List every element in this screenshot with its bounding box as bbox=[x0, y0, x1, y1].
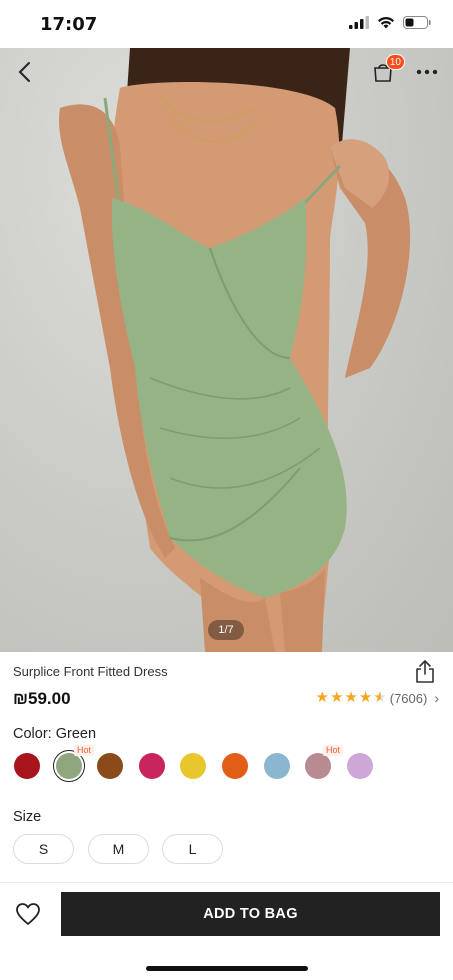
star-icon: ★ bbox=[315, 689, 329, 706]
chevron-left-icon bbox=[18, 62, 30, 82]
more-options-button[interactable] bbox=[411, 56, 443, 88]
color-swatch-light-blue[interactable] bbox=[264, 753, 290, 779]
size-option-m[interactable]: M bbox=[88, 834, 149, 864]
half-star-icon: ★ bbox=[373, 689, 387, 706]
cart-count-badge: 10 bbox=[385, 54, 405, 70]
size-option-s[interactable]: S bbox=[13, 834, 74, 864]
status-time: 17:07 bbox=[40, 14, 98, 35]
home-indicator bbox=[146, 966, 308, 971]
color-swatch-red[interactable] bbox=[14, 753, 40, 779]
product-image-gallery[interactable]: 10 1/7 bbox=[0, 48, 453, 652]
wishlist-button[interactable] bbox=[14, 900, 42, 928]
size-label: Size bbox=[13, 809, 42, 825]
color-swatch-brown[interactable] bbox=[97, 753, 123, 779]
back-button[interactable] bbox=[8, 56, 40, 88]
color-swatch-list: Hot Hot bbox=[14, 745, 453, 782]
product-price: ₪59.00 bbox=[13, 689, 71, 708]
status-icons bbox=[349, 16, 431, 29]
battery-icon bbox=[403, 16, 431, 29]
product-photo bbox=[59, 48, 411, 652]
rating-count: (7606) bbox=[389, 690, 428, 706]
more-icon bbox=[416, 69, 438, 75]
rating-link[interactable]: ★ ★ ★ ★ ★ (7606) › bbox=[315, 689, 439, 707]
star-icon: ★ bbox=[358, 689, 373, 706]
wifi-icon bbox=[378, 16, 394, 29]
star-icon: ★ bbox=[329, 689, 344, 706]
signal-icon bbox=[349, 16, 369, 29]
hot-tag: Hot bbox=[74, 745, 95, 756]
heart-icon bbox=[16, 903, 40, 925]
color-swatch-pink[interactable] bbox=[139, 753, 165, 779]
color-swatch-lilac[interactable] bbox=[347, 753, 373, 779]
share-icon bbox=[416, 660, 434, 683]
status-bar: 17:07 bbox=[0, 0, 453, 48]
star-icon: ★ bbox=[344, 689, 358, 706]
color-swatch-orange[interactable] bbox=[222, 753, 248, 779]
color-swatch-green[interactable] bbox=[53, 750, 85, 782]
footer-divider bbox=[0, 882, 453, 883]
color-label: Color: Green bbox=[13, 726, 97, 742]
gallery-page-indicator: 1/7 bbox=[208, 620, 244, 640]
hot-tag: Hot bbox=[323, 745, 344, 756]
color-swatch-mauve[interactable] bbox=[305, 753, 331, 779]
chevron-right-icon: › bbox=[434, 690, 439, 706]
shopping-bag-button[interactable]: 10 bbox=[367, 54, 405, 88]
size-option-l[interactable]: L bbox=[162, 834, 223, 864]
product-page: 17:07 10 1/7 Surplice Front Fitted Dress… bbox=[0, 0, 453, 980]
color-swatch-yellow[interactable] bbox=[180, 753, 206, 779]
share-button[interactable] bbox=[413, 658, 437, 684]
product-title: Surplice Front Fitted Dress bbox=[13, 664, 168, 679]
add-to-bag-button[interactable]: ADD TO BAG bbox=[61, 892, 440, 936]
